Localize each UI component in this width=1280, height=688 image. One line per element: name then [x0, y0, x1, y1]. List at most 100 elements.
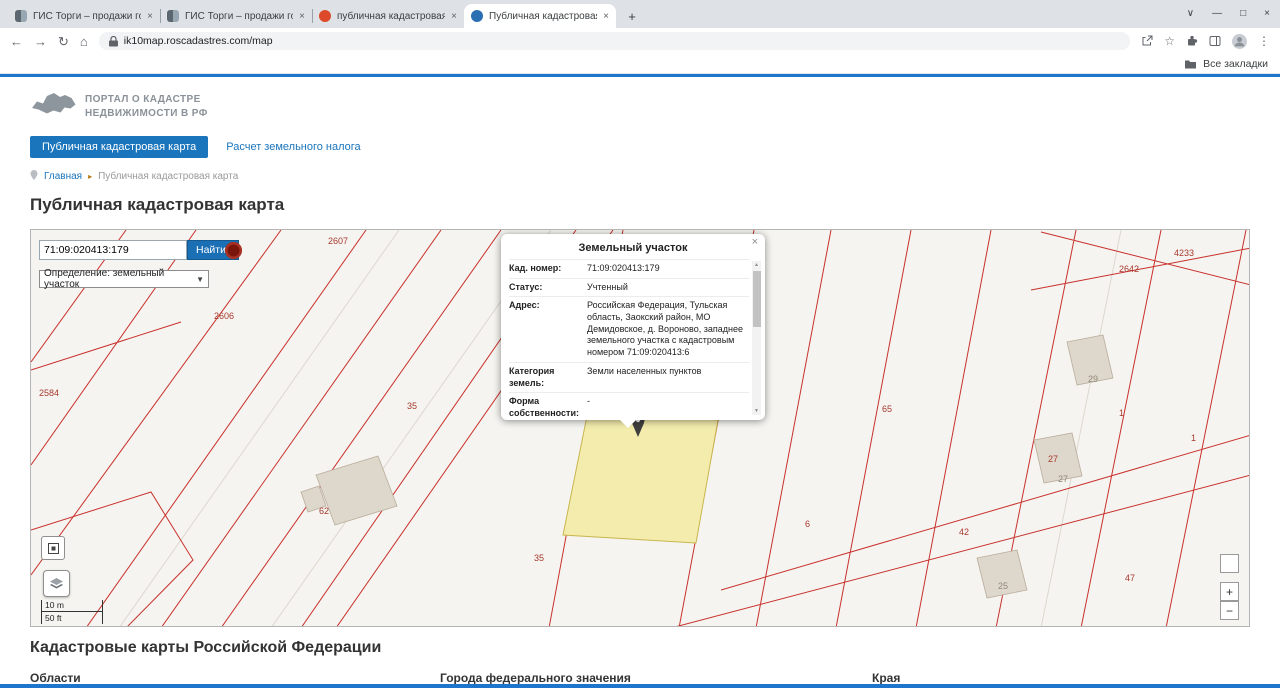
parcel-label: 35: [534, 553, 544, 563]
popup-row: Форма собственности: -: [509, 392, 749, 420]
popup-row: Статус: Учтенный: [509, 277, 749, 297]
zoom-in-button[interactable]: +: [1220, 582, 1239, 601]
parcel-label: 42: [959, 527, 969, 537]
object-type-value: Определение: земельный участок: [44, 268, 165, 290]
scale-metric: 10 m: [41, 600, 103, 612]
row-label: Адрес:: [509, 300, 540, 311]
tab-title: ГИС Торги – продажи госуд: [185, 10, 293, 22]
window-minimize-icon[interactable]: —: [1212, 8, 1222, 19]
scroll-down-icon[interactable]: ▼: [752, 408, 761, 414]
browser-menu-icon[interactable]: ⋮: [1258, 34, 1270, 48]
map-scale-bar: 10 m 50 ft: [41, 600, 103, 624]
gis-torgi-favicon: [167, 10, 179, 22]
extensions-icon[interactable]: [1186, 35, 1198, 47]
parcel-info-popup: Земельный участок × Кад. номер: 71:09:02…: [501, 234, 765, 420]
page-title: Публичная кадастровая карта: [30, 195, 285, 214]
browser-toolbar: ← → ↻ ⌂ ik10map.roscadastres.com/map ☆ ⋮: [0, 28, 1280, 54]
breadcrumb: Главная ▸ Публичная кадастровая карта: [30, 170, 1250, 183]
cadastral-map[interactable]: 2607 2606 2584 35 62 35 6 65 29 27 27 42…: [30, 229, 1250, 627]
side-panel-icon[interactable]: [1209, 35, 1221, 47]
web-page: ПОРТАЛ О КАДАСТРЕ НЕДВИЖИМОСТИ В РФ Публ…: [0, 74, 1280, 685]
chevron-down-icon: ▼: [196, 274, 204, 284]
footer-col-krai: Края: [872, 671, 901, 685]
url-text: ik10map.roscadastres.com/map: [123, 35, 273, 47]
zoom-out-button[interactable]: −: [1220, 601, 1239, 620]
popup-rows: Кад. номер: 71:09:020413:179 Статус: Учт…: [509, 259, 749, 420]
popup-tail: [619, 419, 637, 437]
map-search: Найти: [39, 240, 242, 260]
tab-land-tax-calc[interactable]: Расчет земельного налога: [226, 141, 360, 153]
footer-col-regions: Области: [30, 671, 81, 685]
tab-close-icon[interactable]: ×: [299, 11, 305, 22]
row-value: Российская Федерация, Тульская область, …: [587, 300, 743, 358]
popup-scrollbar[interactable]: ▲ ▼: [752, 261, 761, 415]
parcel-label: 62: [319, 506, 329, 516]
address-bar[interactable]: ik10map.roscadastres.com/map: [98, 32, 1131, 50]
popup-row: Категория земель: Земли населенных пункт…: [509, 361, 749, 392]
all-bookmarks-label[interactable]: Все закладки: [1203, 58, 1268, 70]
parcel-label: 2584: [39, 388, 59, 398]
window-controls: ∨ — □ ×: [1187, 0, 1270, 26]
gis-torgi-favicon: [15, 10, 27, 22]
bookmarks-bar: Все закладки: [0, 54, 1280, 74]
reload-icon[interactable]: ↻: [58, 35, 69, 48]
footer-title: Кадастровые карты Российской Федерации: [30, 639, 382, 656]
tab-close-icon[interactable]: ×: [451, 11, 457, 22]
roscadastr-favicon: [471, 10, 483, 22]
popup-close-icon[interactable]: ×: [752, 237, 758, 248]
browser-tab-1[interactable]: ГИС Торги – продажи госуд ×: [8, 4, 160, 28]
search-input[interactable]: [39, 240, 187, 260]
footer-col-federal-cities: Города федерального значения: [440, 671, 631, 685]
tab-public-cadastral-map[interactable]: Публичная кадастровая карта: [30, 136, 209, 158]
browser-tab-3[interactable]: публичная кадастровая ка ×: [312, 4, 464, 28]
window-close-icon[interactable]: ×: [1264, 8, 1270, 19]
building-label: 25: [998, 581, 1008, 591]
footer-columns: Области Города федерального значения Кра…: [30, 671, 1250, 685]
browser-tab-4-active[interactable]: Публичная кадастровая ка ×: [464, 4, 616, 28]
tab-title: Публичная кадастровая ка: [489, 10, 598, 22]
bookmarks-folder-icon: [1184, 59, 1197, 69]
breadcrumb-pin-icon: [30, 170, 38, 183]
tab-title: ГИС Торги – продажи госуд: [33, 10, 141, 22]
map-extra-button[interactable]: [1220, 554, 1239, 573]
popup-title: Земельный участок: [578, 242, 688, 254]
tab-close-icon[interactable]: ×: [603, 11, 609, 22]
parcel-label: 6: [805, 519, 810, 529]
star-icon[interactable]: ☆: [1164, 34, 1175, 48]
breadcrumb-home-link[interactable]: Главная: [44, 171, 82, 182]
window-maximize-icon[interactable]: □: [1240, 8, 1246, 19]
row-value: 71:09:020413:179: [587, 263, 660, 273]
tab-close-icon[interactable]: ×: [147, 11, 153, 22]
site-logo-text: ПОРТАЛ О КАДАСТРЕ НЕДВИЖИМОСТИ В РФ: [85, 94, 208, 119]
row-value: Земли населенных пунктов: [587, 365, 702, 376]
parcel-label: 1: [1119, 408, 1124, 418]
share-icon[interactable]: [1141, 35, 1153, 47]
site-header: ПОРТАЛ О КАДАСТРЕ НЕДВИЖИМОСТИ В РФ: [30, 77, 1250, 124]
row-label: Форма собственности:: [509, 396, 579, 418]
new-tab-button[interactable]: +: [622, 6, 642, 26]
parcel-label: 1: [1191, 433, 1196, 443]
parcel-label: 4233: [1174, 248, 1194, 258]
row-label: Категория земель:: [509, 365, 555, 388]
scrollbar-thumb[interactable]: [752, 271, 761, 327]
profile-avatar[interactable]: [1232, 33, 1247, 49]
parcel-label: 65: [882, 404, 892, 414]
parcel-label: 2642: [1119, 264, 1139, 274]
scroll-up-icon[interactable]: ▲: [752, 262, 761, 268]
building-label: 29: [1088, 374, 1098, 384]
tab-search-icon[interactable]: ∨: [1187, 8, 1194, 19]
full-extent-button[interactable]: [41, 536, 65, 560]
back-icon[interactable]: ←: [10, 35, 23, 48]
browser-tab-bar: ГИС Торги – продажи госуд × ГИС Торги – …: [0, 0, 1280, 28]
browser-tab-2[interactable]: ГИС Торги – продажи госуд ×: [160, 4, 312, 28]
breadcrumb-separator-icon: ▸: [88, 172, 93, 181]
row-label: Статус:: [509, 281, 543, 292]
parcel-label: 2607: [328, 236, 348, 246]
parcel-label: 35: [407, 401, 417, 411]
home-icon[interactable]: ⌂: [80, 35, 88, 48]
layers-button[interactable]: [43, 570, 70, 597]
building-label: 27: [1058, 474, 1068, 484]
forward-icon[interactable]: →: [34, 35, 47, 48]
scale-imperial: 50 ft: [41, 612, 103, 624]
object-type-select[interactable]: Определение: земельный участок ▼: [39, 268, 209, 290]
